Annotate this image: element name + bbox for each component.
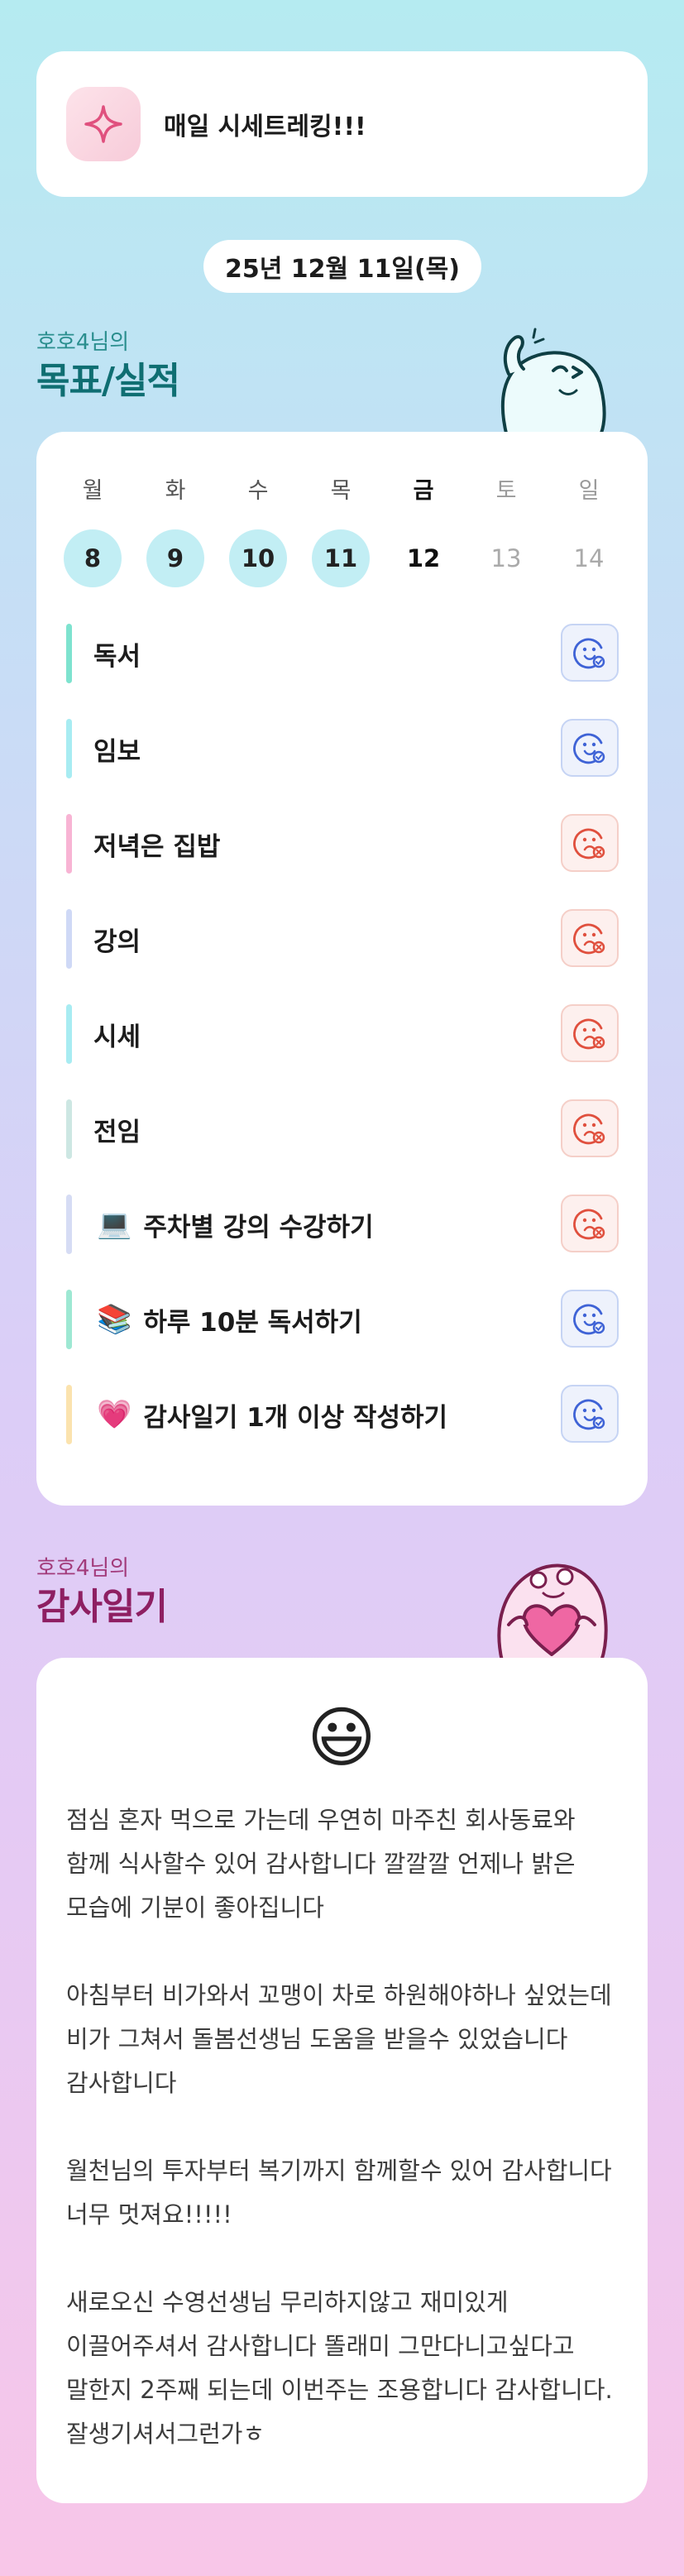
goal-row[interactable]: 💗 감사일기 1개 이상 작성하기 [66,1385,619,1444]
day-mon[interactable]: 월 8 [64,475,122,587]
goal-color-bar [66,1385,72,1444]
day-fri[interactable]: 금 12 [395,475,452,587]
diary-text: 점심 혼자 먹으로 가는데 우연히 마주친 회사동료와 함께 식사할수 있어 감… [66,1806,613,2448]
fail-face-icon[interactable] [561,1195,619,1252]
tracking-banner[interactable]: 매일 시세트레킹!!! [36,51,648,197]
goal-label: 강의 [93,926,141,957]
goal-label: 임보 [93,736,141,767]
goal-row[interactable]: 독서 [66,624,619,683]
success-face-icon[interactable] [561,719,619,777]
day-number: 10 [229,529,287,587]
goal-color-bar [66,814,72,874]
goals-card: 월 8 화 9 수 10 목 11 금 12 토 13 일 14 독서임보저녁은… [36,432,648,1506]
goal-color-bar [66,909,72,969]
goal-color-bar [66,1099,72,1159]
success-face-icon[interactable] [561,624,619,682]
day-thu[interactable]: 목 11 [312,475,370,587]
day-number: 8 [64,529,122,587]
goal-label: 하루 10분 독서하기 [143,1307,362,1338]
goal-color-bar [66,1290,72,1349]
day-number: 11 [312,529,370,587]
day-tue[interactable]: 화 9 [146,475,204,587]
day-label: 토 [495,478,517,504]
goal-row[interactable]: 강의 [66,909,619,969]
goal-label: 독서 [93,641,141,672]
smile-emoji-icon: 😃 [307,1699,376,1776]
goal-label: 전임 [93,1117,141,1147]
day-wed[interactable]: 수 10 [229,475,287,587]
goal-color-bar [66,1004,72,1064]
banner-title: 매일 시세트레킹!!! [164,113,366,141]
sparkle-icon [66,87,141,161]
goal-color-bar [66,1195,72,1254]
goal-row[interactable]: 시세 [66,1004,619,1064]
day-label: 화 [165,478,186,504]
day-sat[interactable]: 토 13 [477,475,535,587]
success-face-icon[interactable] [561,1290,619,1348]
day-label: 일 [578,478,600,504]
date-label: 25년 12월 11일(목) [203,240,481,293]
fail-face-icon[interactable] [561,909,619,967]
goal-row[interactable]: 임보 [66,719,619,778]
goal-emoji-icon: 💗 [97,1398,132,1431]
goal-label: 시세 [93,1022,141,1052]
goal-row[interactable]: 💻 주차별 강의 수강하기 [66,1195,619,1254]
day-label: 목 [330,478,352,504]
goal-color-bar [66,719,72,778]
day-number: 14 [573,544,605,572]
fail-face-icon[interactable] [561,1099,619,1157]
day-number: 12 [406,544,441,572]
goal-row[interactable]: 전임 [66,1099,619,1159]
day-number: 13 [490,544,522,572]
goal-color-bar [66,624,72,683]
goal-label: 감사일기 1개 이상 작성하기 [143,1402,448,1433]
fail-face-icon[interactable] [561,814,619,872]
goal-row[interactable]: 저녁은 집밥 [66,814,619,874]
fail-face-icon[interactable] [561,1004,619,1062]
success-face-icon[interactable] [561,1385,619,1443]
week-calendar: 월 8 화 9 수 10 목 11 금 12 토 13 일 14 [64,475,643,591]
goals-section-title: 목표/실적 [36,360,180,402]
day-label: 금 [413,478,434,504]
day-number: 9 [146,529,204,587]
day-label: 수 [247,478,269,504]
diary-section-title: 감사일기 [36,1586,168,1628]
goal-label: 주차별 강의 수강하기 [143,1212,374,1243]
goal-emoji-icon: 📚 [97,1303,132,1336]
heart-mascot-icon [484,1545,616,1663]
day-sun[interactable]: 일 14 [560,475,618,587]
goal-row[interactable]: 📚 하루 10분 독서하기 [66,1290,619,1349]
goal-label: 저녁은 집밥 [93,831,221,862]
goal-emoji-icon: 💻 [97,1208,132,1241]
gratitude-diary-card: 😃 점심 혼자 먹으로 가는데 우연히 마주친 회사동료와 함께 식사할수 있어… [36,1658,648,2503]
day-label: 월 [82,478,103,504]
waving-mascot-icon [484,321,616,438]
